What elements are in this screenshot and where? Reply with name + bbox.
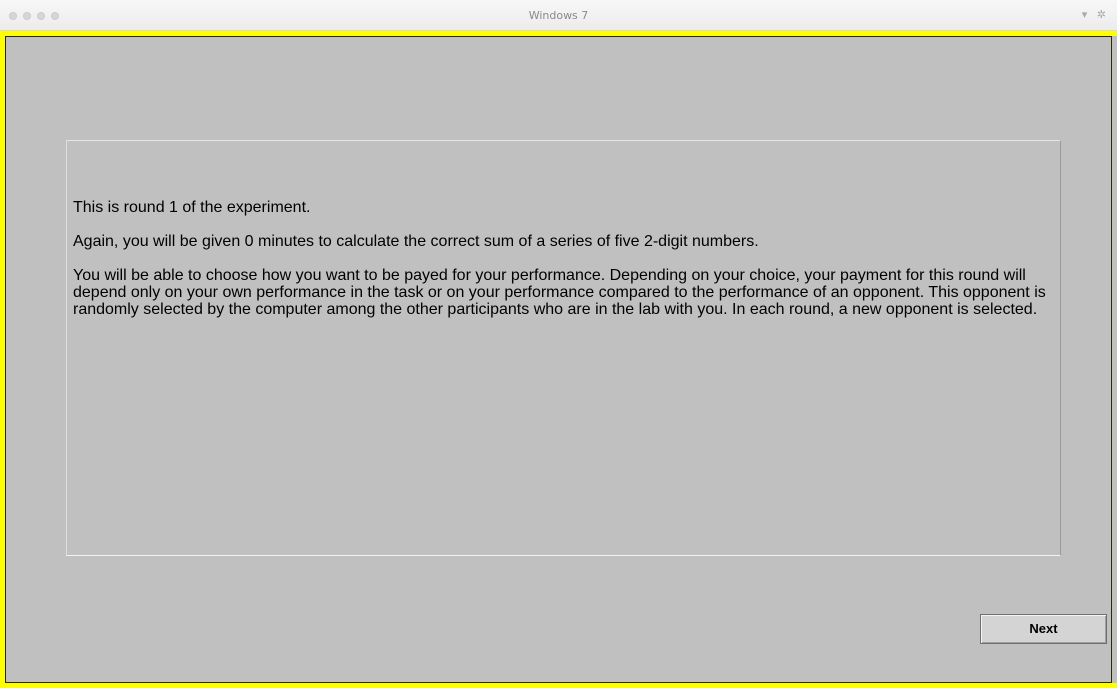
instructions-text: This is round 1 of the experiment. Again… xyxy=(73,199,1048,335)
instructions-paragraph-task: Again, you will be given 0 minutes to ca… xyxy=(73,233,759,250)
experiment-screen: This is round 1 of the experiment. Again… xyxy=(0,31,1117,688)
instructions-panel: This is round 1 of the experiment. Again… xyxy=(66,140,1061,556)
next-button[interactable]: Next xyxy=(980,614,1107,644)
settings-gear-icon[interactable]: ▾ ✲ xyxy=(1082,8,1109,21)
vm-window: Windows 7 ▾ ✲ This is round 1 of the exp… xyxy=(0,0,1117,688)
instructions-paragraph-payment: You will be able to choose how you want … xyxy=(73,267,1046,318)
title-bar: Windows 7 ▾ ✲ xyxy=(0,0,1117,31)
instructions-paragraph-round: This is round 1 of the experiment. xyxy=(73,199,311,216)
window-title: Windows 7 xyxy=(528,9,589,22)
